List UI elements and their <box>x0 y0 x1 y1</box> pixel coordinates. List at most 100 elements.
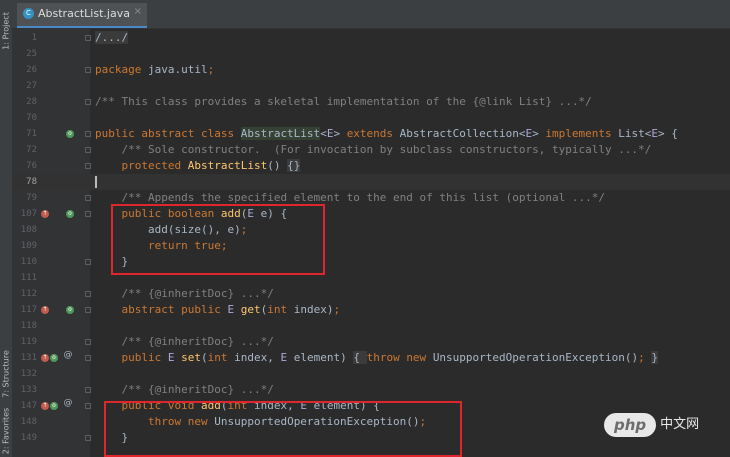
code-token: implements <box>545 127 619 140</box>
code-token: E <box>167 351 182 364</box>
code-text: /.../ <box>95 30 129 46</box>
implemented-icon[interactable]: o <box>66 130 74 138</box>
code-line[interactable]: 131 ↑ o @ public E set(int index, E element… <box>12 350 730 366</box>
code-token: package <box>95 63 148 76</box>
code-token: /** {@inheritDoc} ...*/ <box>121 287 274 300</box>
code-token: () <box>267 159 288 172</box>
code-line[interactable]: 112 /** {@inheritDoc} ...*/ <box>12 286 730 302</box>
override-icon[interactable]: ↑ <box>41 402 49 410</box>
line-number: 107 <box>20 209 37 219</box>
code-token: public abstract class <box>95 127 241 140</box>
code-line[interactable]: 26 package java.util; <box>12 62 730 78</box>
implemented-icon-o[interactable]: o <box>50 354 58 362</box>
code-line[interactable]: 78 <box>12 174 730 190</box>
code-line[interactable]: 70 <box>12 110 730 126</box>
fold-marker-icon[interactable] <box>85 339 91 345</box>
implemented-icon-o[interactable]: o <box>50 402 58 410</box>
code-token: index, <box>234 351 281 364</box>
fold-marker-icon[interactable] <box>85 387 91 393</box>
fold-marker-icon[interactable] <box>85 307 91 313</box>
structure-tool-tab[interactable]: 7: Structure <box>0 345 12 403</box>
fold-marker-icon[interactable] <box>85 99 91 105</box>
code-line[interactable]: 118 <box>12 318 730 334</box>
code-line[interactable]: 132 <box>12 366 730 382</box>
line-number: 147 <box>20 401 37 411</box>
fold-marker-icon[interactable] <box>85 147 91 153</box>
line-number: 118 <box>20 321 37 331</box>
code-token: E <box>280 351 294 364</box>
code-token: E <box>227 303 241 316</box>
code-text: public abstract class AbstractList< E > ex… <box>95 126 678 142</box>
code-line[interactable]: 1 /.../ <box>12 30 730 46</box>
code-token: < <box>320 127 327 140</box>
php-watermark: php 中文网 <box>604 413 699 437</box>
fold-marker-icon[interactable] <box>85 67 91 73</box>
fold-marker-icon[interactable] <box>85 195 91 201</box>
implemented-icon[interactable]: o <box>66 306 74 314</box>
editor-tab-abstractlist[interactable]: C AbstractList.java × <box>17 3 147 28</box>
annotation-icon[interactable]: @ <box>63 351 73 360</box>
line-number: 112 <box>20 289 37 299</box>
highlight-box-add <box>111 204 325 275</box>
override-icon[interactable]: ↑ <box>41 354 49 362</box>
code-token: /.../ <box>95 31 129 44</box>
code-token: AbstractList <box>240 127 321 140</box>
line-number: 72 <box>26 145 37 155</box>
code-line[interactable]: 119 /** {@inheritDoc} ...*/ <box>12 334 730 350</box>
project-tool-tab[interactable]: 1: Project <box>0 0 12 62</box>
line-number: 1 <box>31 33 37 43</box>
annotation-icon[interactable]: @ <box>63 399 73 408</box>
line-number: 28 <box>26 97 37 107</box>
code-token: set <box>181 351 201 364</box>
java-class-icon: C <box>23 8 34 19</box>
line-number: 111 <box>20 273 37 283</box>
code-token: public <box>121 351 168 364</box>
line-number: 70 <box>26 113 37 123</box>
fold-marker-icon[interactable] <box>85 259 91 265</box>
implemented-icon[interactable]: o <box>66 210 74 218</box>
line-number: 110 <box>20 257 37 267</box>
code-text: public E set(int index, E element) { thr… <box>95 350 658 366</box>
tab-filename: AbstractList.java <box>38 7 130 20</box>
line-number: 25 <box>26 49 37 59</box>
fold-marker-icon[interactable] <box>85 211 91 217</box>
override-icon[interactable]: ↑ <box>41 210 49 218</box>
fold-marker-icon[interactable] <box>85 35 91 41</box>
watermark-badge: php <box>604 413 657 437</box>
highlight-box-add-index <box>104 401 462 457</box>
code-token: element) <box>293 351 354 364</box>
code-line[interactable]: 25 <box>12 46 730 62</box>
fold-marker-icon[interactable] <box>85 355 91 361</box>
code-editor[interactable]: 1 /.../ 25 26 package java.util; 27 28 /** This… <box>12 29 730 457</box>
code-token: > <box>333 127 347 140</box>
code-token: get <box>240 303 261 316</box>
code-line[interactable]: 76 protected AbstractList() {} <box>12 158 730 174</box>
favorites-tool-tab[interactable]: 2: Favorites <box>0 405 12 457</box>
fold-marker-icon[interactable] <box>85 163 91 169</box>
code-line[interactable]: 117 ↑ o abstract public E get(int index); <box>12 302 730 318</box>
code-token: ( <box>200 351 208 364</box>
fold-marker-icon[interactable] <box>85 435 91 441</box>
code-line[interactable]: 72 /** Sole constructor. (For invocation… <box>12 142 730 158</box>
code-text: /** {@inheritDoc} ...*/ <box>95 334 274 350</box>
favorites-tool-label: 2: Favorites <box>1 407 11 455</box>
code-line[interactable]: 71 o public abstract class AbstractList<E>… <box>12 126 730 142</box>
structure-tool-label: 7: Structure <box>1 350 11 398</box>
editor-tab-bar: C AbstractList.java × <box>12 0 730 29</box>
code-text: /** This class provides a skeletal imple… <box>95 94 592 110</box>
line-number: 133 <box>20 385 37 395</box>
close-icon[interactable]: × <box>134 6 142 17</box>
code-line[interactable]: 133 /** {@inheritDoc} ...*/ <box>12 382 730 398</box>
code-token: java.util <box>147 63 208 76</box>
line-number: 148 <box>20 417 37 427</box>
fold-marker-icon[interactable] <box>85 291 91 297</box>
fold-marker-icon[interactable] <box>85 131 91 137</box>
fold-marker-icon[interactable] <box>85 403 91 409</box>
line-number: 79 <box>26 193 37 203</box>
code-line[interactable]: 27 <box>12 78 730 94</box>
override-icon[interactable]: ↑ <box>41 306 49 314</box>
code-line[interactable]: 28 /** This class provides a skeletal imp… <box>12 94 730 110</box>
code-token: ; <box>207 63 215 76</box>
code-token: ; <box>333 303 341 316</box>
